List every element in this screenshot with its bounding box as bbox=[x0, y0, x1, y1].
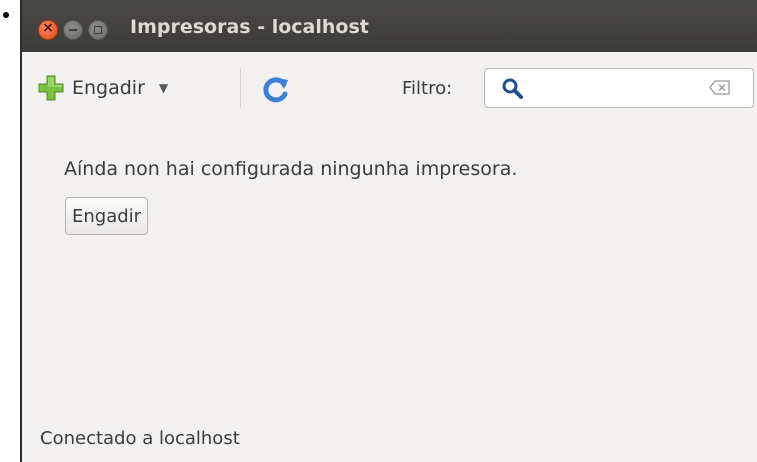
connection-status: Conectado a localhost bbox=[40, 428, 240, 449]
toolbar-separator bbox=[240, 68, 241, 108]
plus-icon bbox=[38, 75, 64, 101]
filter-input[interactable] bbox=[531, 75, 695, 103]
empty-printers-message: Aínda non hai configurada ningunha impre… bbox=[64, 158, 518, 180]
add-printer-toolbar-button[interactable]: Engadir ▼ bbox=[38, 72, 168, 104]
clear-icon[interactable] bbox=[709, 80, 731, 95]
list-bullet bbox=[3, 12, 9, 18]
refresh-icon[interactable] bbox=[260, 74, 292, 106]
minimize-window-button[interactable] bbox=[63, 20, 83, 40]
close-window-button[interactable] bbox=[38, 20, 58, 40]
printers-window: Impresoras - localhost Engadir ▼ Filtro: bbox=[20, 0, 757, 462]
filter-label: Filtro: bbox=[402, 78, 453, 99]
add-printer-button[interactable]: Engadir bbox=[65, 197, 149, 235]
maximize-window-button[interactable] bbox=[88, 20, 108, 40]
filter-search-box[interactable] bbox=[484, 68, 754, 108]
title-bar[interactable]: Impresoras - localhost bbox=[22, 0, 757, 52]
add-printer-label: Engadir bbox=[72, 77, 145, 99]
dropdown-arrow-icon[interactable]: ▼ bbox=[159, 81, 168, 95]
window-title: Impresoras - localhost bbox=[130, 16, 369, 38]
search-icon bbox=[502, 78, 523, 99]
toolbar: Engadir ▼ Filtro: bbox=[22, 52, 757, 122]
